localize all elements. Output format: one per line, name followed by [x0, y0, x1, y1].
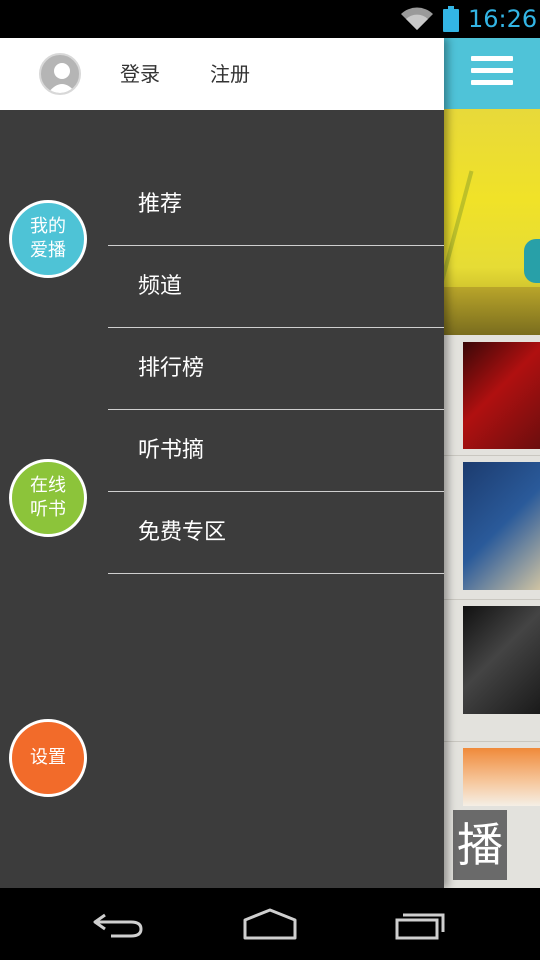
album-cover: [463, 748, 540, 806]
menu-item-channels[interactable]: 频道: [108, 246, 444, 328]
back-icon: [93, 913, 143, 938]
my-favorites-button[interactable]: 我的 爱播: [9, 200, 87, 278]
system-nav-bar: [0, 888, 540, 960]
settings-label: 设置: [30, 747, 66, 768]
menu-item-recommend[interactable]: 推荐: [108, 164, 444, 246]
recent-apps-button[interactable]: [386, 906, 456, 942]
audiobooks-button[interactable]: 在线 听书: [9, 459, 87, 537]
back-button[interactable]: [84, 906, 154, 942]
wifi-icon: [401, 7, 433, 30]
app-logo-tile[interactable]: 播: [453, 810, 507, 880]
menu-item-label: 推荐: [138, 192, 183, 217]
audiobooks-line2: 听书: [30, 499, 66, 520]
menu-item-book-excerpts[interactable]: 听书摘: [108, 410, 444, 492]
audiobooks-line1: 在线: [30, 475, 66, 496]
menu-item-label: 听书摘: [138, 438, 205, 463]
main-content: 播: [444, 38, 540, 888]
status-bar: 16:26: [0, 0, 540, 38]
drawer-header: 登录 注册: [0, 38, 444, 110]
my-favorites-line1: 我的: [30, 216, 66, 237]
home-button[interactable]: [235, 906, 305, 942]
list-item[interactable]: [444, 600, 540, 742]
user-icon: [48, 63, 76, 93]
menu-icon[interactable]: [471, 56, 513, 90]
menu-item-free-zone[interactable]: 免费专区: [108, 492, 444, 574]
clock: 16:26: [468, 5, 538, 33]
navigation-drawer: 登录 注册 推荐 频道 排行榜 听书摘 免费专区 我的 爱播 在线 听书 设置: [0, 38, 444, 888]
recent-apps-icon: [395, 913, 445, 940]
register-link[interactable]: 注册: [210, 60, 250, 88]
battery-icon: [443, 6, 459, 32]
content-header: [444, 38, 540, 109]
avatar[interactable]: [39, 53, 81, 95]
login-link[interactable]: 登录: [120, 60, 160, 88]
album-cover: [463, 462, 540, 590]
settings-button[interactable]: 设置: [9, 719, 87, 797]
home-icon: [243, 908, 297, 940]
banner-image[interactable]: [444, 109, 540, 335]
album-cover: [463, 342, 540, 449]
menu-item-label: 频道: [138, 274, 183, 299]
list-item[interactable]: [444, 742, 540, 806]
my-favorites-line2: 爱播: [30, 240, 66, 261]
list-item[interactable]: [444, 335, 540, 456]
menu-item-label: 免费专区: [138, 520, 227, 545]
menu-item-charts[interactable]: 排行榜: [108, 328, 444, 410]
list-item[interactable]: [444, 456, 540, 600]
menu-item-label: 排行榜: [138, 356, 205, 381]
album-cover: [463, 606, 540, 714]
